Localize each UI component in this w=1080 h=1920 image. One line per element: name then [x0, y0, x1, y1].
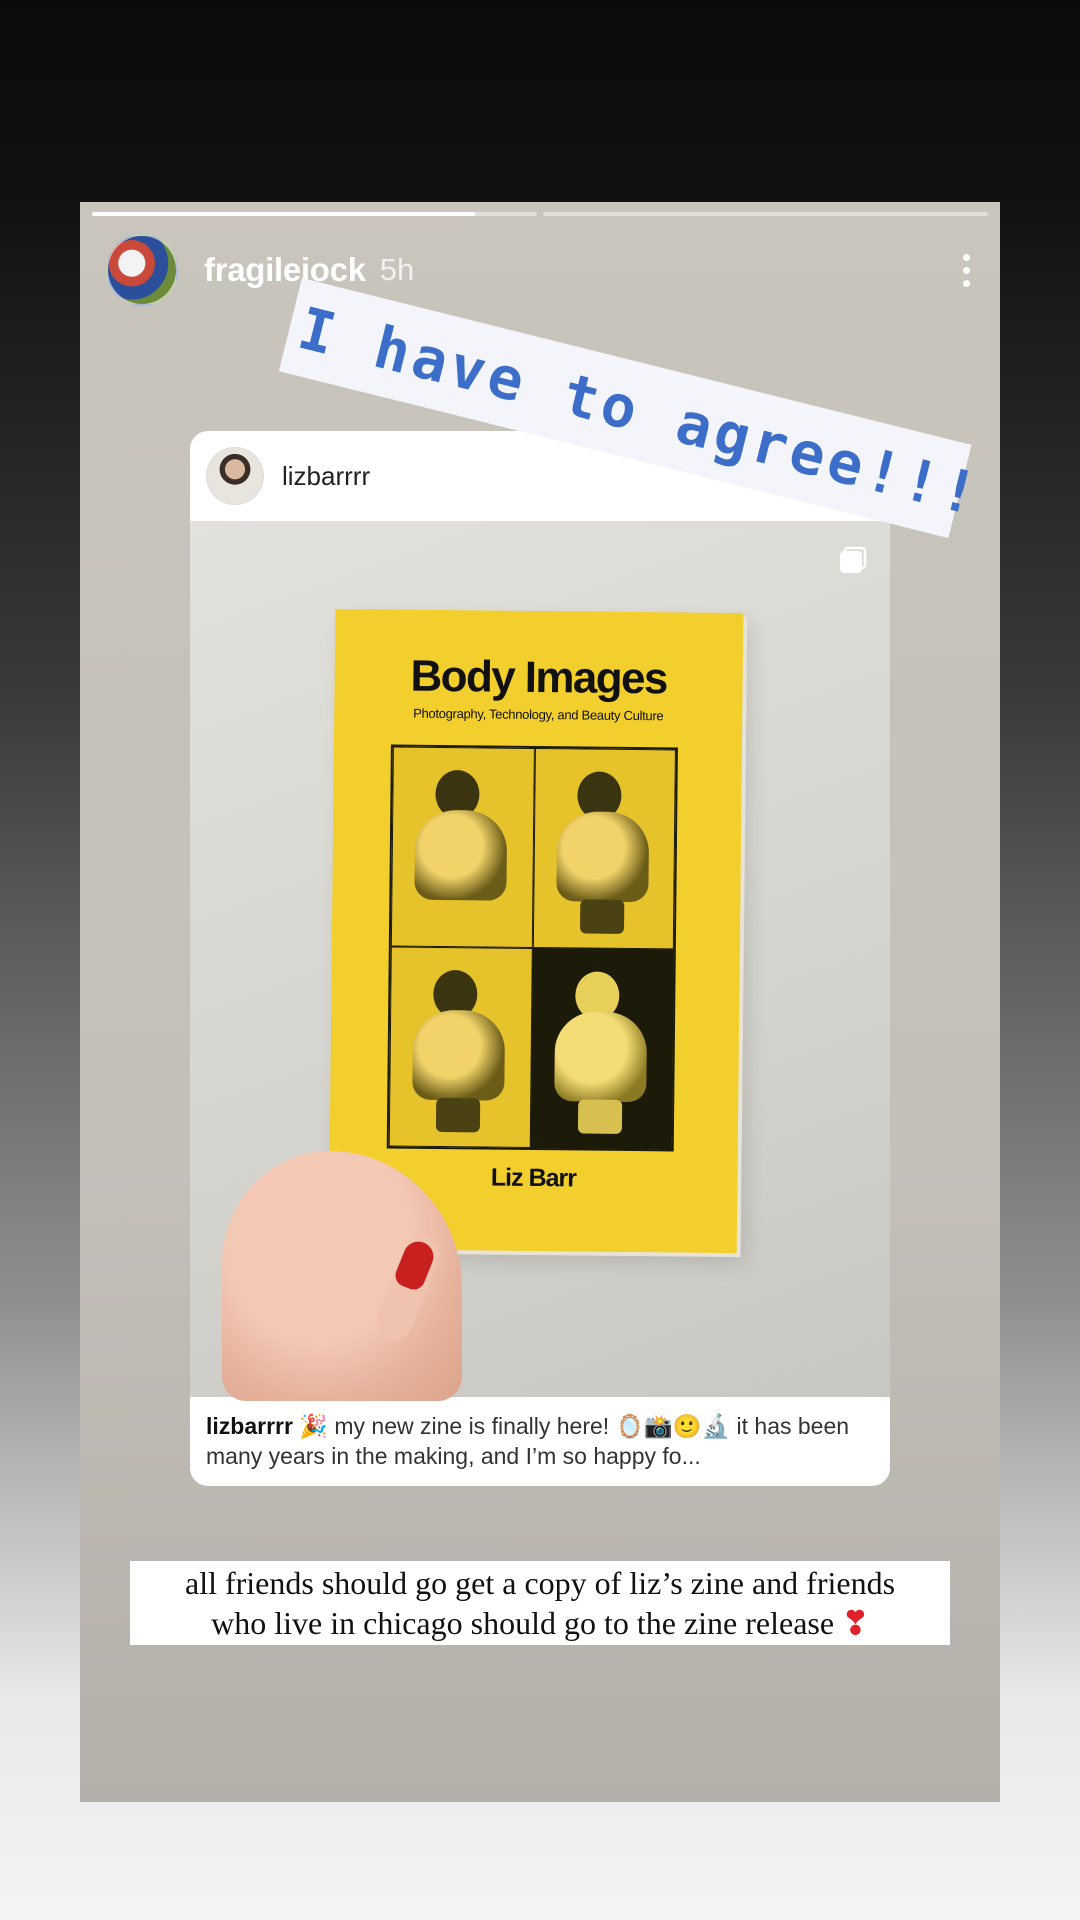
multiple-photos-icon — [840, 546, 867, 573]
author-avatar[interactable] — [106, 234, 178, 306]
author-username[interactable]: fragilejock — [204, 251, 366, 289]
zine-title: Body Images — [410, 651, 668, 704]
post-caption[interactable]: lizbarrrr 🎉 my new zine is finally here!… — [190, 1397, 890, 1471]
post-photo[interactable]: Body Images Photography, Technology, and… — [190, 521, 890, 1401]
cover-image-2 — [532, 747, 676, 950]
cover-image-1 — [390, 746, 535, 948]
caption-text: 🎉 my new zine is finally here! 🪞📸🙂🔬 it h… — [206, 1413, 850, 1469]
zine-cover-images — [386, 744, 678, 1152]
story-time: 5h — [379, 252, 415, 287]
zine-cover: Body Images Photography, Technology, and… — [328, 608, 744, 1254]
shared-post-card[interactable]: lizbarrrr Body Images Photography, Techn… — [190, 431, 890, 1486]
post-author-username[interactable]: lizbarrrr — [282, 461, 370, 492]
text-sticker: all friends should go get a copy of liz’… — [130, 1561, 950, 1645]
text-sticker-line-1: all friends should go get a copy of liz’… — [184, 1565, 896, 1601]
progress-segment-2 — [543, 212, 988, 216]
story-progress — [92, 212, 988, 216]
heart-exclamation-icon: ❣ — [842, 1605, 869, 1641]
text-sticker-line-2: who live in chicago should go to the zin… — [211, 1605, 869, 1641]
cover-image-3 — [388, 946, 533, 1148]
progress-segment-1 — [92, 212, 537, 216]
cover-image-4 — [530, 947, 674, 1150]
caption-username: lizbarrrr — [206, 1413, 293, 1439]
zine-subtitle: Photography, Technology, and Beauty Cult… — [413, 705, 664, 724]
more-options-icon[interactable] — [958, 253, 974, 287]
story-frame[interactable]: fragilejock 5h lizbarrrr Body Images Pho… — [80, 202, 1000, 1802]
post-author-avatar[interactable] — [206, 447, 264, 505]
story-header: fragilejock 5h — [106, 234, 974, 306]
